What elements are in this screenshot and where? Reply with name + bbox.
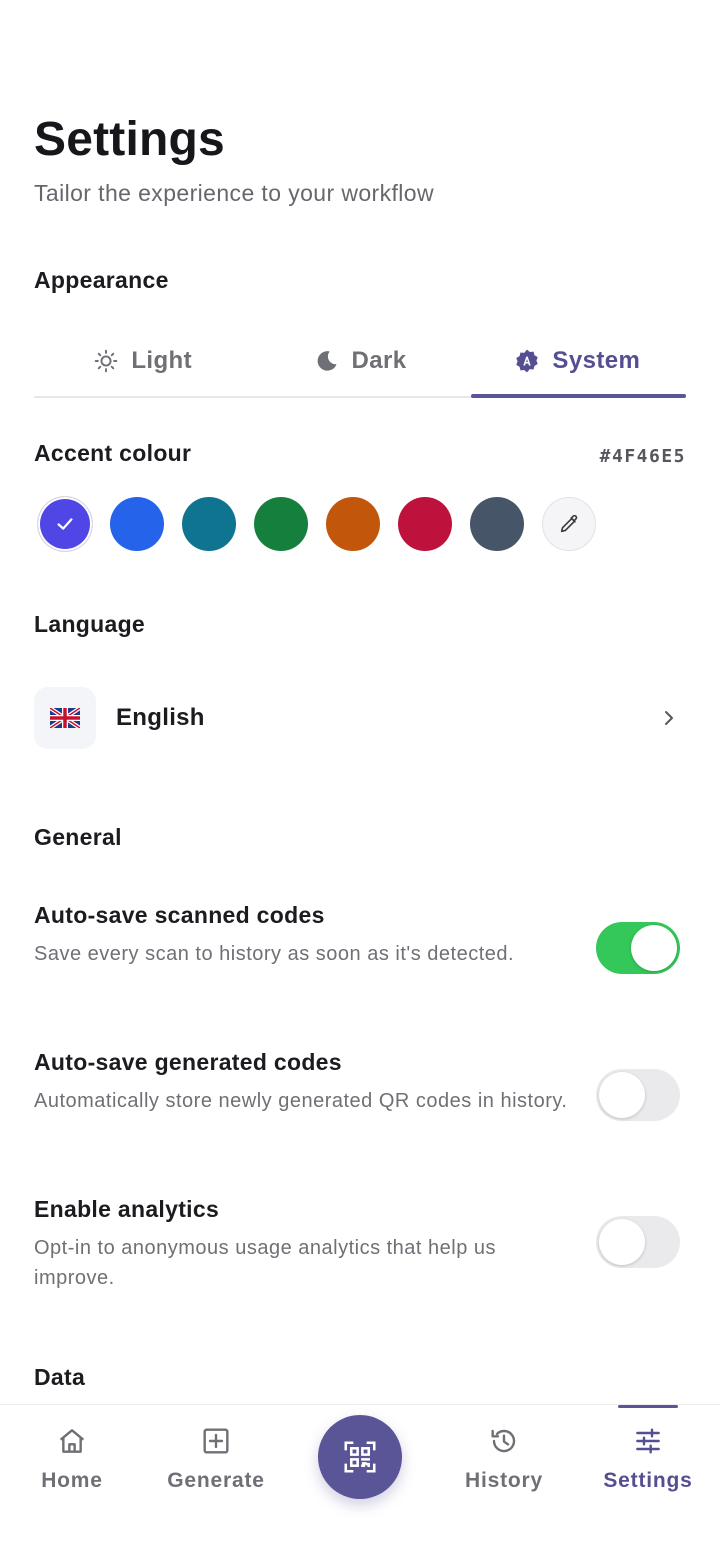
scan-fab-button[interactable] (318, 1415, 402, 1499)
sun-icon (95, 349, 118, 373)
nav-home[interactable]: Home (0, 1425, 144, 1493)
setting-enable-analytics: Enable analytics Opt-in to anonymous usa… (34, 1196, 686, 1293)
accent-colour-heading: Accent colour (34, 440, 192, 466)
nav-history-label: History (465, 1469, 543, 1492)
toggle-knob (599, 1072, 645, 1118)
active-tab-indicator (618, 1405, 678, 1408)
language-selector[interactable]: English (34, 687, 686, 749)
swatch-green[interactable] (254, 497, 308, 551)
setting-auto-save-scanned: Auto-save scanned codes Save every scan … (34, 902, 686, 974)
auto-save-scanned-toggle[interactable] (596, 922, 680, 974)
swatch-teal[interactable] (182, 497, 236, 551)
language-value: English (116, 704, 205, 731)
sliders-icon (636, 1428, 660, 1454)
tab-dark-label: Dark (351, 347, 407, 374)
setting-description: Automatically store newly generated QR c… (34, 1090, 568, 1112)
nav-settings-label: Settings (603, 1469, 693, 1492)
tab-light-label: Light (131, 347, 192, 374)
enable-analytics-toggle[interactable] (596, 1216, 680, 1268)
tab-light[interactable]: Light (34, 326, 251, 396)
swatch-blue[interactable] (110, 497, 164, 551)
setting-description: Opt-in to anonymous usage analytics that… (34, 1237, 497, 1289)
check-icon (57, 518, 73, 530)
setting-auto-save-generated: Auto-save generated codes Automatically … (34, 1049, 686, 1121)
nav-home-label: Home (41, 1469, 103, 1492)
settings-screen: Settings Tailor the experience to your w… (0, 0, 720, 1404)
swatch-orange[interactable] (326, 497, 380, 551)
toggle-knob (599, 1219, 645, 1265)
tab-dark[interactable]: Dark (251, 326, 468, 396)
nav-generate-label: Generate (167, 1469, 265, 1492)
language-heading: Language (34, 611, 146, 637)
home-icon (59, 1429, 85, 1453)
swatch-slate[interactable] (470, 497, 524, 551)
appearance-segmented-control: Light Dark System (34, 326, 687, 398)
accent-swatch-list (38, 497, 596, 551)
auto-save-generated-toggle[interactable] (596, 1069, 680, 1121)
setting-title: Auto-save scanned codes (34, 902, 325, 928)
qr-scan-icon (344, 1441, 376, 1473)
page-subtitle: Tailor the experience to your workflow (34, 180, 434, 206)
setting-title: Enable analytics (34, 1196, 220, 1222)
moon-icon (317, 351, 337, 371)
appearance-heading: Appearance (34, 267, 169, 293)
data-heading: Data (34, 1364, 86, 1390)
tab-system[interactable]: System (469, 326, 687, 398)
tab-system-label: System (552, 347, 641, 374)
setting-title: Auto-save generated codes (34, 1049, 342, 1075)
general-heading: General (34, 824, 122, 850)
swatch-indigo[interactable] (38, 497, 92, 551)
toggle-knob (631, 925, 677, 971)
history-icon (491, 1429, 516, 1453)
setting-description: Save every scan to history as soon as it… (34, 943, 515, 965)
plus-square-icon (203, 1428, 229, 1454)
nav-history[interactable]: History (432, 1425, 576, 1493)
auto-icon (516, 349, 539, 373)
uk-flag-icon (50, 708, 80, 728)
flag-icon (34, 687, 96, 749)
swatch-crimson[interactable] (398, 497, 452, 551)
chevron-right-icon (665, 711, 673, 725)
custom-colour-picker[interactable] (542, 497, 596, 551)
nav-settings[interactable]: Settings (576, 1425, 720, 1493)
eyedropper-icon (560, 514, 578, 533)
page-title: Settings (34, 113, 225, 166)
accent-hex-value: #4F46E5 (599, 446, 686, 467)
nav-generate[interactable]: Generate (144, 1425, 288, 1493)
bottom-navigation: Home Generate History Settings (0, 1404, 720, 1564)
